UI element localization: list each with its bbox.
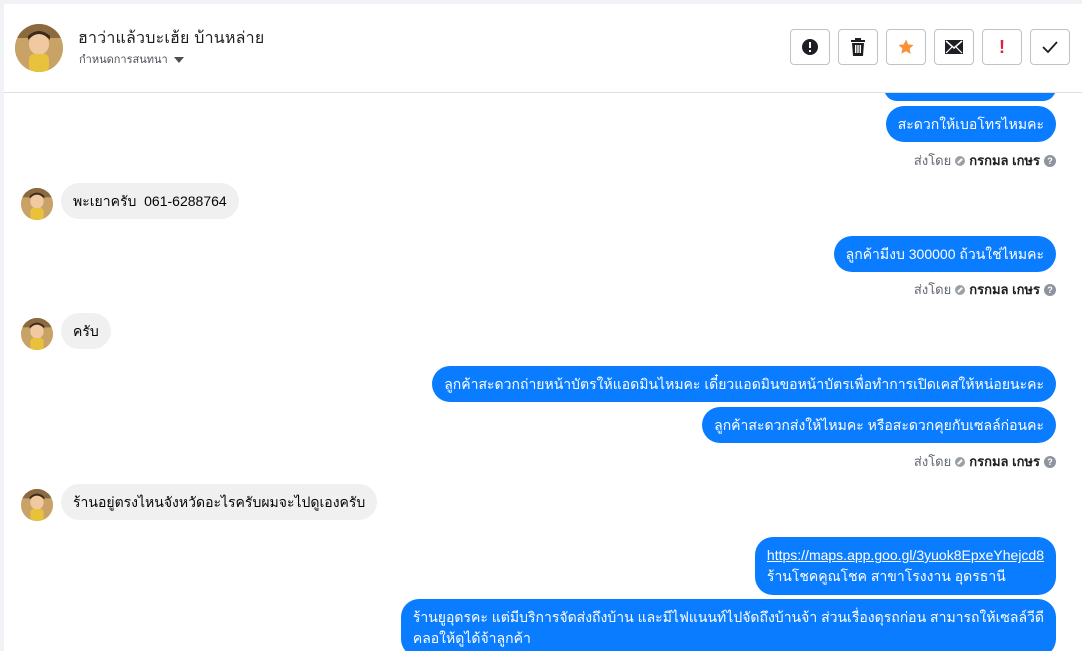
message-bubble-outgoing[interactable] [884,93,1056,101]
spam-button[interactable]: ! [982,29,1022,65]
envelope-icon [945,40,963,54]
contact-avatar-small [21,318,53,350]
message-thread[interactable]: สะดวกให้เบอโทรไหมคะ ส่งโดย กรกมล เกษร ? … [4,93,1082,651]
agent-name: กรกมล เกษร [969,454,1040,469]
message-text: คลอให้ดูได้จ้าลูกค้า [412,630,531,646]
conversation-header: ฮาว่าแล้วบะเฮ้ย บ้านหล่าย กำหนดการสนทนา … [4,4,1082,93]
message-bubble-outgoing[interactable]: https://maps.app.goo.gl/3yuok8EpxeYhejcd… [754,537,1056,595]
verified-icon [955,456,966,467]
report-button[interactable] [790,29,830,65]
sent-by-meta: ส่งโดย กรกมล เกษร ? [914,451,1056,472]
trash-icon [851,38,865,56]
agent-name: กรกมล เกษร [969,153,1040,168]
message-text: ร้านยูอุดรคะ แต่มีบริการจัดส่งถึงบ้าน แล… [412,609,1044,625]
map-link[interactable]: https://maps.app.goo.gl/3yuok8EpxeYhejcd… [767,547,1044,563]
action-toolbar: ! [790,29,1070,65]
message-bubble-outgoing[interactable]: สะดวกให้เบอโทรไหมคะ [885,106,1056,142]
assign-conversation-dropdown[interactable]: กำหนดการสนทนา [79,50,184,68]
chevron-down-icon [173,56,184,63]
exclamation-circle-icon [802,39,818,55]
email-button[interactable] [934,29,974,65]
star-icon [898,39,914,54]
message-bubble-outgoing[interactable]: ลูกค้ามีงบ 300000 ถ้วนใช่ไหมคะ [833,236,1056,272]
checkmark-icon [1042,41,1058,53]
help-icon[interactable]: ? [1044,455,1056,468]
message-bubble-outgoing[interactable]: ร้านยูอุดรคะ แต่มีบริการจัดส่งถึงบ้าน แล… [400,599,1056,651]
message-bubble-outgoing[interactable]: ลูกค้าสะดวกถ่ายหน้าบัตรให้แอดมินไหมคะ เด… [432,366,1056,402]
message-bubble-outgoing[interactable]: ลูกค้าสะดวกส่งให้ไหมคะ หรือสะดวกคุยกับเซ… [702,407,1056,443]
message-bubble-incoming[interactable]: ร้านอยู่ตรงไหนจังหวัดอะไรครับผมจะไปดูเอง… [61,484,378,520]
assign-label: กำหนดการสนทนา [79,54,168,66]
verified-icon [955,155,966,166]
agent-name: กรกมล เกษร [969,282,1040,297]
contact-avatar[interactable] [15,24,63,72]
contact-avatar-small [21,188,53,220]
help-icon[interactable]: ? [1044,154,1056,167]
contact-avatar-small [21,489,53,521]
message-text: ร้านโชคคูณโชค สาขาโรงงาน อุดรธานี [766,568,1006,584]
delete-button[interactable] [838,29,878,65]
mark-done-button[interactable] [1030,29,1070,65]
contact-name: ฮาว่าแล้วบะเฮ้ย บ้านหล่าย [78,30,265,47]
message-bubble-incoming[interactable]: ครับ [61,313,111,349]
star-button[interactable] [886,29,926,65]
exclamation-icon: ! [999,36,1005,57]
sent-by-meta: ส่งโดย กรกมล เกษร ? [914,150,1056,171]
message-bubble-incoming[interactable]: พะเยาครับ 061-6288764 [61,183,239,219]
sent-by-meta: ส่งโดย กรกมล เกษร ? [914,279,1056,300]
verified-icon [955,284,966,295]
help-icon[interactable]: ? [1044,283,1056,296]
